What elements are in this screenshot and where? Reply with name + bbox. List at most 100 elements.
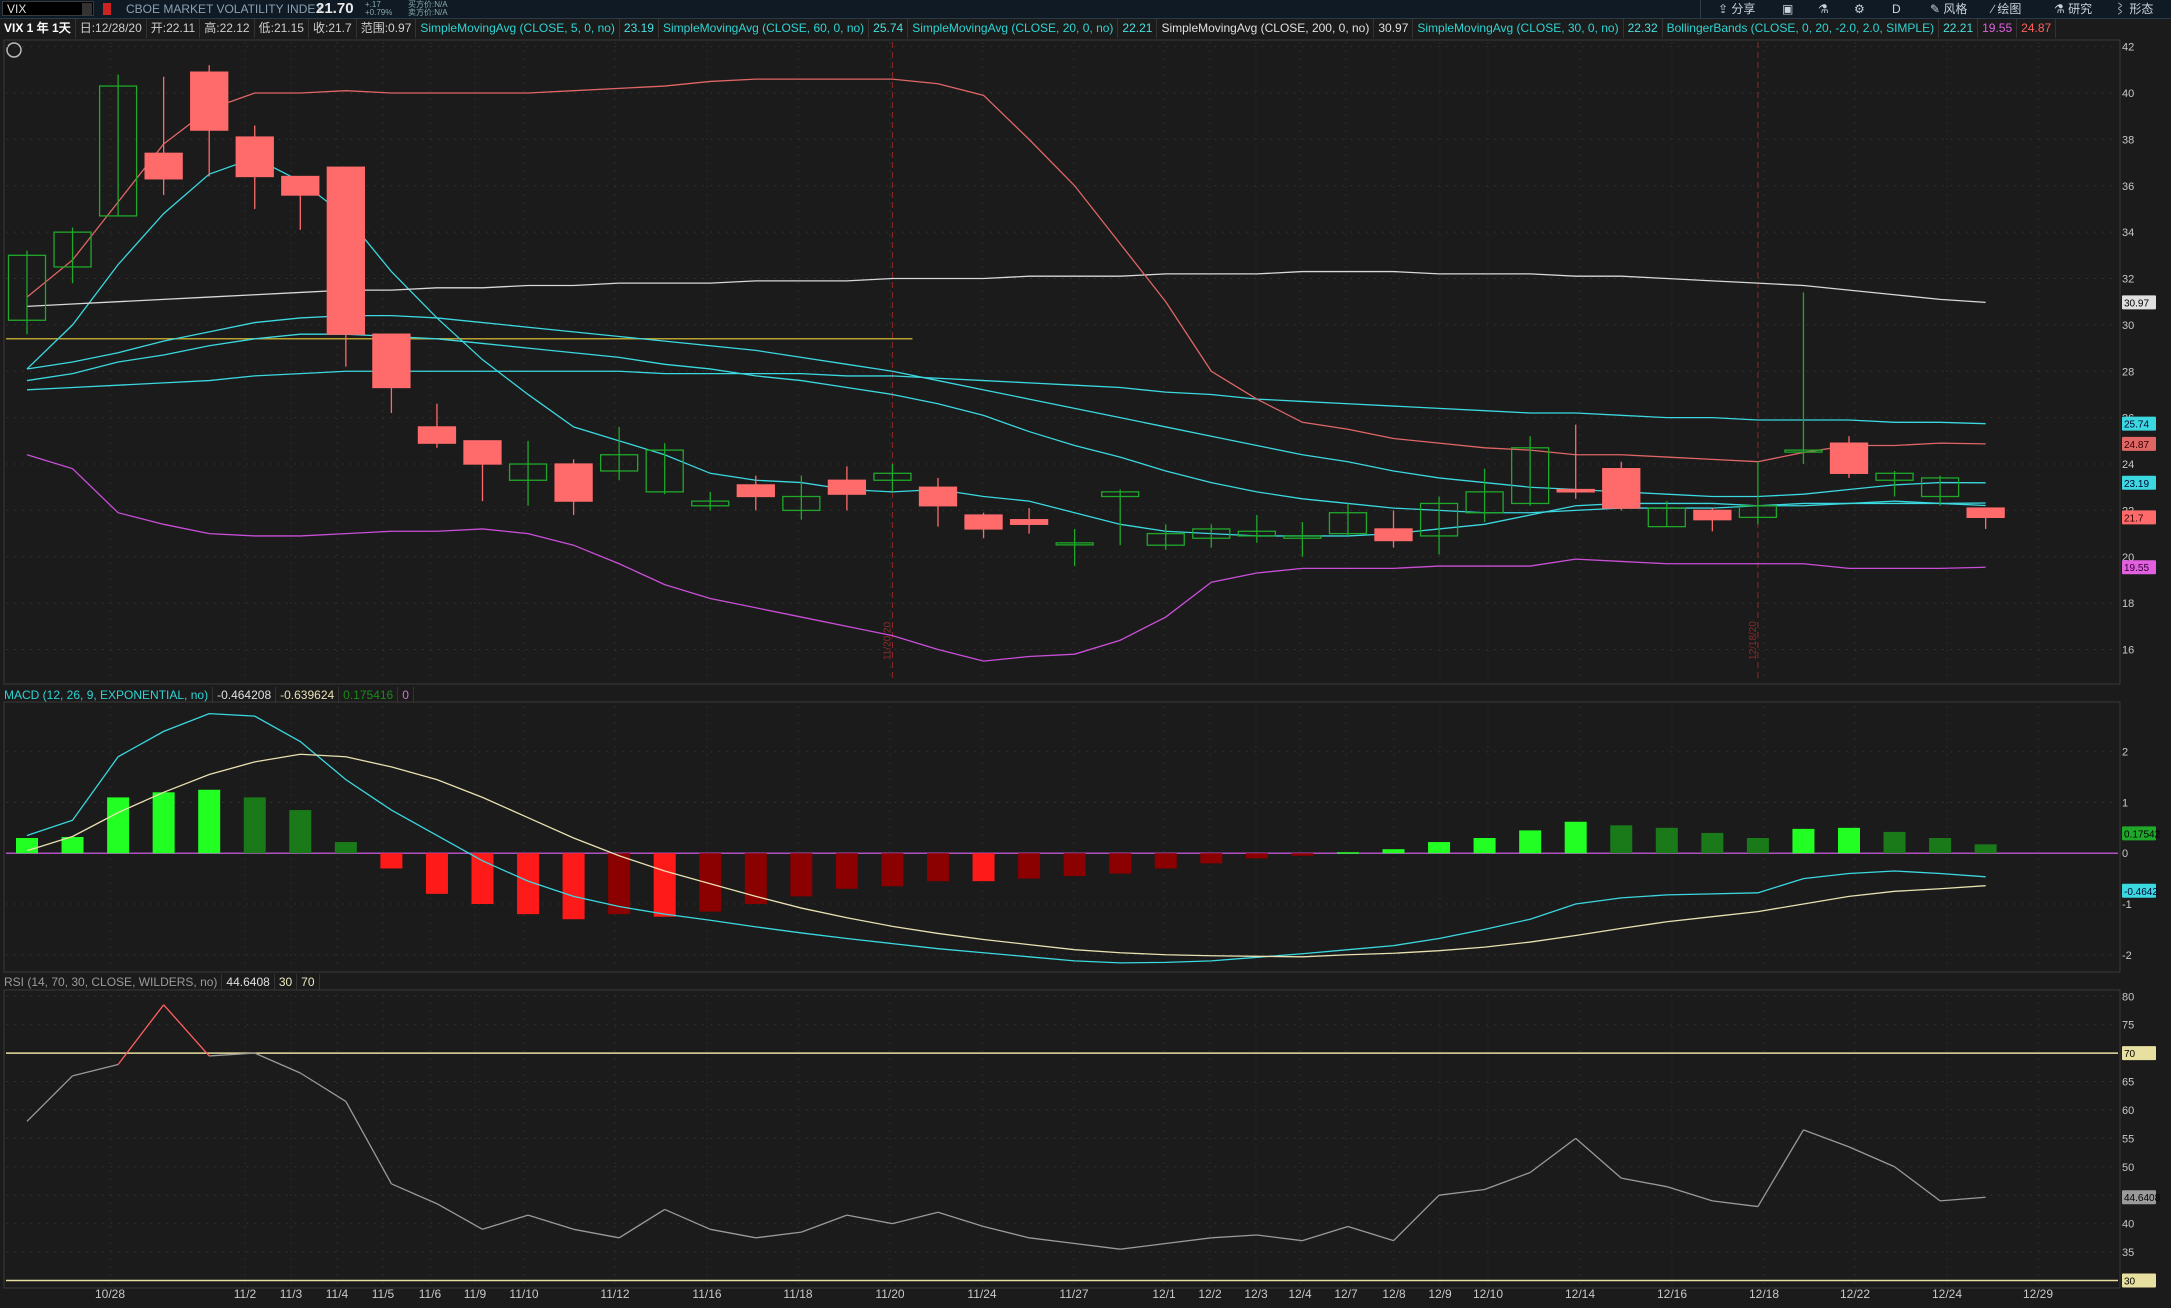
y-tick-label: 2: [2122, 747, 2128, 759]
candle: [190, 71, 229, 131]
x-tick-label: 11/16: [692, 1287, 721, 1301]
macd-histogram-bar: [1974, 844, 1997, 854]
candle: [326, 166, 366, 335]
candle: [144, 152, 183, 180]
rsi-line-segment: [937, 1211, 984, 1228]
macd-histogram-bar: [562, 853, 585, 920]
x-tick-label: 11/6: [419, 1287, 442, 1301]
y-tick-label: 80: [2122, 991, 2134, 1003]
rsi-30-tag-text: 30: [2124, 1276, 2136, 1287]
rsi-line-segment: [1074, 1242, 1121, 1250]
x-tick-label: 11/18: [783, 1287, 812, 1301]
x-tick-label: 12/16: [1657, 1287, 1687, 1301]
x-tick-label: 12/1: [1152, 1287, 1176, 1301]
rsi-line-segment: [1347, 1225, 1394, 1242]
x-tick-label: 11/5: [372, 1287, 395, 1301]
macd-histogram-bar: [16, 838, 38, 854]
rsi-line-segment: [573, 1228, 620, 1239]
y-tick-label: 35: [2122, 1247, 2134, 1259]
candle: [918, 486, 958, 507]
rsi-line-segment: [1848, 1146, 1895, 1168]
sma60-tag: 25.74: [2122, 416, 2156, 431]
bb-lower-tag-text: 19.55: [2124, 563, 2149, 574]
macd-histogram-bar: [1883, 831, 1906, 854]
y-tick-label: 40: [2122, 88, 2134, 100]
macd-histogram-bar: [1200, 853, 1223, 864]
macd-value-tag-text: -0.4642: [2124, 887, 2158, 898]
x-tick-label: 12/7: [1334, 1287, 1358, 1301]
macd-histogram-bar: [1564, 821, 1587, 854]
sma5-tag-text: 23.19: [2124, 479, 2149, 490]
rsi-30-tag: 30: [2122, 1273, 2156, 1288]
sma5-tag: 23.19: [2122, 475, 2156, 490]
x-tick-label: 11/12: [600, 1287, 629, 1301]
candle: [417, 426, 457, 444]
y-tick-label: 34: [2122, 227, 2134, 239]
candle: [1829, 442, 1869, 474]
rsi-line-segment: [710, 1228, 756, 1239]
macd-histogram-bar: [198, 789, 221, 854]
macd-histogram-bar: [1655, 827, 1678, 854]
x-tick-label: 12/9: [1428, 1287, 1452, 1301]
last-price-tag: 21.7: [2122, 510, 2156, 525]
rsi-line-segment: [299, 1072, 347, 1102]
macd-histogram-bar: [1063, 853, 1086, 877]
y-tick-label: 1: [2122, 797, 2128, 809]
chart-canvas[interactable]: 11/20/20 12/18/20 10/28 11/2 11/3 11/4 11/5 11…: [0, 0, 2171, 1308]
macd-histogram-bar: [152, 792, 175, 854]
rsi-line-segment: [664, 1208, 711, 1230]
macd-histogram-bar: [243, 797, 266, 854]
y-tick-label: 30: [2122, 320, 2134, 332]
x-tick-label: 12/10: [1473, 1287, 1503, 1301]
macd-histogram-bar: [1291, 853, 1314, 856]
sma20-line: [26, 333, 1986, 514]
rsi-line-segment: [254, 1052, 301, 1074]
y-tick-label: -1: [2122, 899, 2132, 911]
sma60-line: [26, 370, 1986, 425]
x-tick-label: 12/29: [2023, 1287, 2053, 1301]
rsi-70-tag-text: 70: [2124, 1049, 2136, 1060]
rsi-line-segment: [801, 1214, 848, 1233]
rsi-line-segment: [1438, 1188, 1485, 1196]
macd-histogram-bar: [881, 853, 904, 887]
macd-histogram-bar: [927, 853, 949, 882]
bollinger-lower-line: [26, 454, 1986, 662]
rsi-line-segment: [892, 1211, 939, 1225]
sma30-line: [26, 314, 1986, 498]
candle: [1602, 468, 1641, 509]
bb-lower-tag: 19.55: [2122, 560, 2156, 575]
sma5-line: [26, 157, 1986, 537]
rsi-line-segment: [1757, 1129, 1805, 1207]
x-tick-label: 11/3: [280, 1287, 303, 1301]
x-tick-label: 11/9: [464, 1287, 487, 1301]
x-tick-label: 11/2: [234, 1287, 257, 1301]
x-tick-label: 12/8: [1382, 1287, 1406, 1301]
rsi-line-segment: [1302, 1225, 1349, 1242]
rsi-line-segment: [1575, 1137, 1622, 1179]
candle: [736, 484, 775, 498]
candle: [1556, 488, 1595, 493]
rsi-line-segment: [1256, 1234, 1303, 1242]
x-tick-label: 10/28: [95, 1287, 125, 1301]
macd-avg-line: [26, 753, 1986, 958]
candle: [372, 333, 411, 389]
candle: [1374, 528, 1413, 542]
y-tick-label: 60: [2122, 1105, 2134, 1117]
y-tick-label: -2: [2122, 950, 2132, 962]
rsi-line-segment: [618, 1208, 666, 1239]
rsi-line-segment: [436, 1203, 483, 1230]
rsi-line-segment: [1621, 1177, 1667, 1188]
y-tick-label: 0: [2122, 848, 2128, 860]
date-marker-label: 11/20/20: [882, 621, 893, 660]
macd-histogram-bar: [289, 810, 312, 854]
macd-histogram-bar: [1701, 832, 1724, 854]
macd-histogram-bar: [1336, 852, 1359, 854]
macd-histogram-bar: [1109, 853, 1132, 874]
sma200-tag: 30.97: [2122, 295, 2156, 310]
y-tick-label: 40: [2122, 1219, 2134, 1231]
y-tick-label: 42: [2122, 42, 2134, 54]
macd-histogram-bar: [380, 853, 403, 869]
x-tick-label: 12/24: [1932, 1287, 1962, 1301]
y-tick-label: 50: [2122, 1162, 2134, 1174]
rsi-line-segment: [1712, 1200, 1758, 1208]
